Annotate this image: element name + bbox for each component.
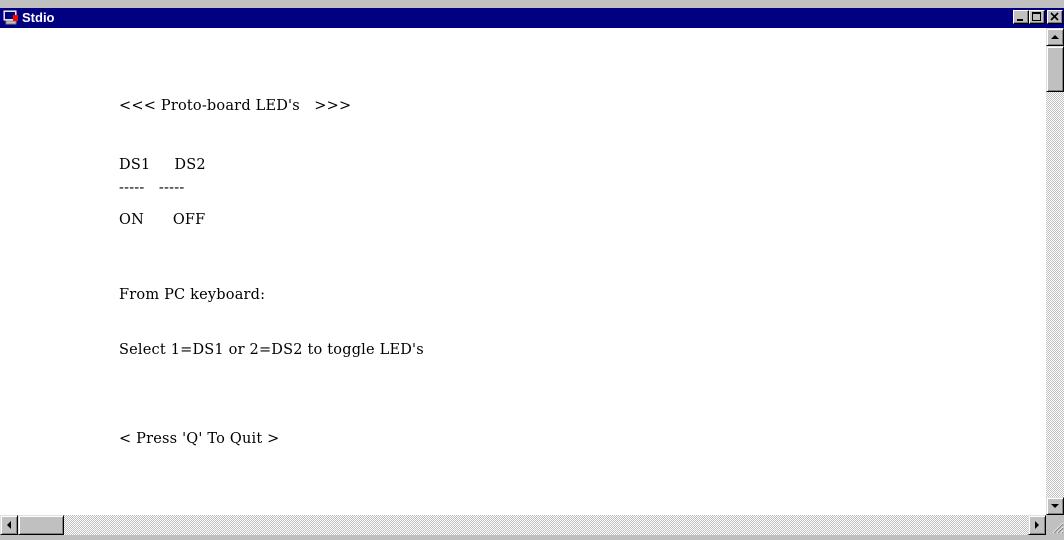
arrow-left-icon [7,521,11,529]
led-status-row: ON OFF [119,212,206,228]
quit-instruction: < Press 'Q' To Quit > [119,431,280,447]
arrow-right-icon [1035,521,1039,529]
header-line: <<< Proto-board LED's >>> [119,98,352,114]
scroll-up-button[interactable] [1046,28,1064,46]
column-divider: ----- ----- [119,180,185,196]
maximize-icon [1032,12,1041,21]
arrow-down-icon [1051,504,1059,508]
horizontal-scrollbar[interactable] [0,515,1046,535]
led-column-headers: DS1 DS2 [119,157,206,173]
scroll-right-button[interactable] [1028,515,1046,535]
close-button[interactable] [1047,10,1063,24]
scroll-left-button[interactable] [0,515,18,535]
stdio-window: Stdio <<< Proto-board LED's >>> DS1 DS2 … [0,0,1064,535]
minimize-icon [1017,19,1023,21]
arrow-up-icon [1051,35,1059,39]
resize-grip-icon [1052,522,1064,534]
horizontal-scroll-thumb[interactable] [18,515,64,535]
resize-grip[interactable] [1046,515,1064,535]
minimize-button[interactable] [1013,10,1029,24]
maximize-button[interactable] [1029,10,1045,24]
title-bar[interactable]: Stdio [0,8,1064,28]
window-title: Stdio [22,10,55,25]
scroll-down-button[interactable] [1046,497,1064,515]
terminal-app-icon[interactable] [3,10,19,26]
keyboard-prompt: From PC keyboard: [119,287,266,303]
vertical-scrollbar[interactable] [1046,46,1064,515]
close-icon [1050,12,1059,21]
console-output[interactable]: <<< Proto-board LED's >>> DS1 DS2 ----- … [0,28,1046,515]
toggle-instruction: Select 1=DS1 or 2=DS2 to toggle LED's [119,342,424,358]
vertical-scroll-thumb[interactable] [1046,46,1064,92]
